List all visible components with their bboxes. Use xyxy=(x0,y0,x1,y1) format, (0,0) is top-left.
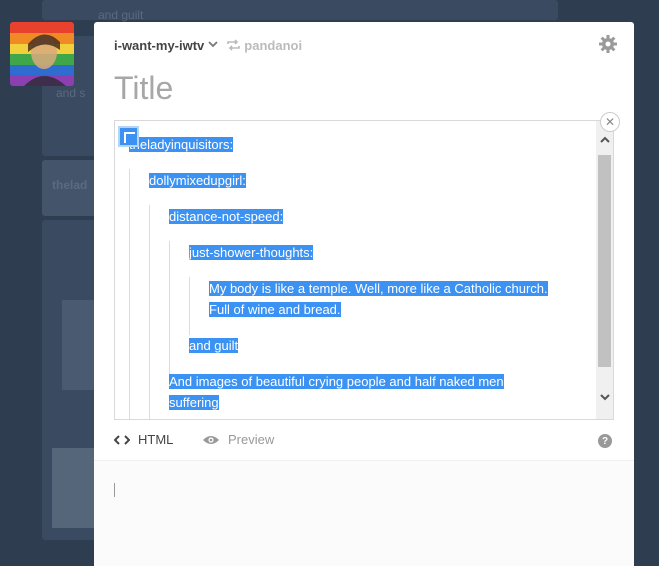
background-text: and s xyxy=(56,86,86,100)
quote-text: My body is like a temple. Well, more lik… xyxy=(209,281,548,296)
scroll-down-icon[interactable] xyxy=(596,389,613,405)
quote-line: Full of wine and bread. xyxy=(209,300,341,319)
gear-icon[interactable] xyxy=(598,34,618,54)
html-editor-textarea[interactable]: theladyinquisitors: dollymixedupgirl: di… xyxy=(114,120,614,420)
close-icon[interactable]: ✕ xyxy=(600,112,620,132)
reblog-icon xyxy=(226,39,241,51)
quote-indent-bar xyxy=(169,241,170,377)
eye-icon xyxy=(203,435,219,444)
scroll-up-icon[interactable] xyxy=(596,131,613,147)
post-body-field[interactable] xyxy=(94,460,634,566)
quote-line: And images of beautiful crying people an… xyxy=(169,372,504,391)
scrollbar[interactable] xyxy=(596,121,613,419)
quote-text: Full of wine and bread. xyxy=(209,302,341,317)
quote-line: theladyinquisitors: xyxy=(129,135,234,154)
blog-mention[interactable]: just-shower-thoughts: xyxy=(189,245,314,260)
quote-line: and guilt xyxy=(189,336,239,355)
editor-header: i-want-my-iwtv pandanoi xyxy=(114,34,618,54)
background-image xyxy=(52,448,98,528)
tab-html[interactable]: HTML xyxy=(114,432,173,447)
blog-selector[interactable]: i-want-my-iwtv xyxy=(114,38,204,53)
post-editor: i-want-my-iwtv pandanoi Title ✕ theladyi… xyxy=(94,22,634,566)
help-icon[interactable]: ? xyxy=(598,434,612,448)
tab-html-label: HTML xyxy=(138,432,174,447)
blog-avatar[interactable] xyxy=(10,22,74,86)
quote-text: suffering xyxy=(169,395,219,410)
quote-line: dollymixedupgirl: xyxy=(149,171,246,190)
chevron-down-icon[interactable] xyxy=(208,40,218,51)
background-text: thelad xyxy=(52,178,88,192)
background-text: and guilt xyxy=(98,8,144,22)
scrollbar-thumb[interactable] xyxy=(598,155,611,367)
blog-mention[interactable]: distance-not-speed: xyxy=(169,209,284,224)
blog-mention[interactable]: theladyinquisitors: xyxy=(129,137,234,152)
quote-indent-bar xyxy=(149,205,150,419)
tab-preview[interactable]: Preview xyxy=(202,432,274,447)
blog-mention[interactable]: dollymixedupgirl: xyxy=(149,173,246,188)
text-cursor xyxy=(114,483,115,497)
post-title-field[interactable]: Title xyxy=(114,70,173,107)
reblog-marker-icon xyxy=(118,126,139,147)
editor-mode-tabs: HTML Preview ? xyxy=(114,432,612,452)
reblog-source-link[interactable]: pandanoi xyxy=(244,38,302,53)
avatar-image xyxy=(10,22,74,86)
quote-indent-bar xyxy=(189,277,190,335)
quote-text: and guilt xyxy=(189,338,239,353)
quote-line: just-shower-thoughts: xyxy=(189,243,314,262)
quote-line: distance-not-speed: xyxy=(169,207,284,226)
quote-line: My body is like a temple. Well, more lik… xyxy=(209,279,548,298)
quote-indent-bar xyxy=(129,169,130,419)
quote-line: suffering xyxy=(169,393,219,412)
code-icon xyxy=(114,434,130,445)
tab-preview-label: Preview xyxy=(228,432,275,447)
quote-text: And images of beautiful crying people an… xyxy=(169,374,504,389)
